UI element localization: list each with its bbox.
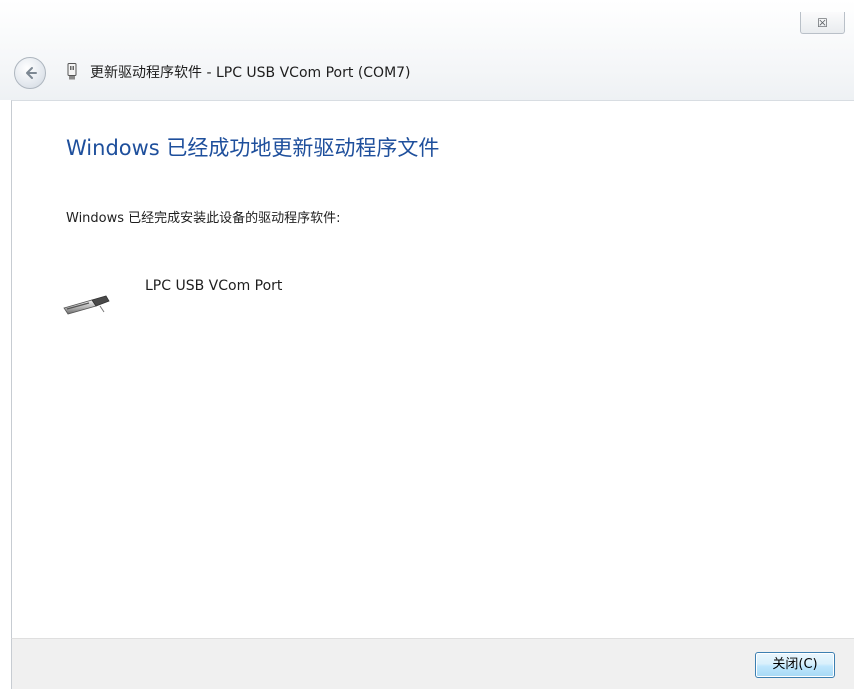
back-arrow-icon	[26, 67, 37, 79]
dialog-footer	[11, 638, 854, 689]
usb-cable-icon	[63, 295, 110, 315]
window-title: 更新驱动程序软件 - LPC USB VCom Port (COM7)	[90, 65, 411, 81]
window-close-button[interactable]: ☒	[800, 12, 845, 34]
content-panel	[11, 100, 854, 638]
install-description: Windows 已经完成安装此设备的驱动程序软件:	[66, 211, 341, 226]
close-icon: ☒	[817, 16, 828, 30]
device-name: LPC USB VCom Port	[145, 278, 283, 294]
usb-plug-icon	[67, 63, 77, 80]
window-chrome	[0, 0, 854, 100]
close-button[interactable]: 关闭(C)	[755, 652, 835, 678]
page-heading: Windows 已经成功地更新驱动程序文件	[66, 136, 440, 160]
back-button[interactable]	[14, 57, 46, 89]
